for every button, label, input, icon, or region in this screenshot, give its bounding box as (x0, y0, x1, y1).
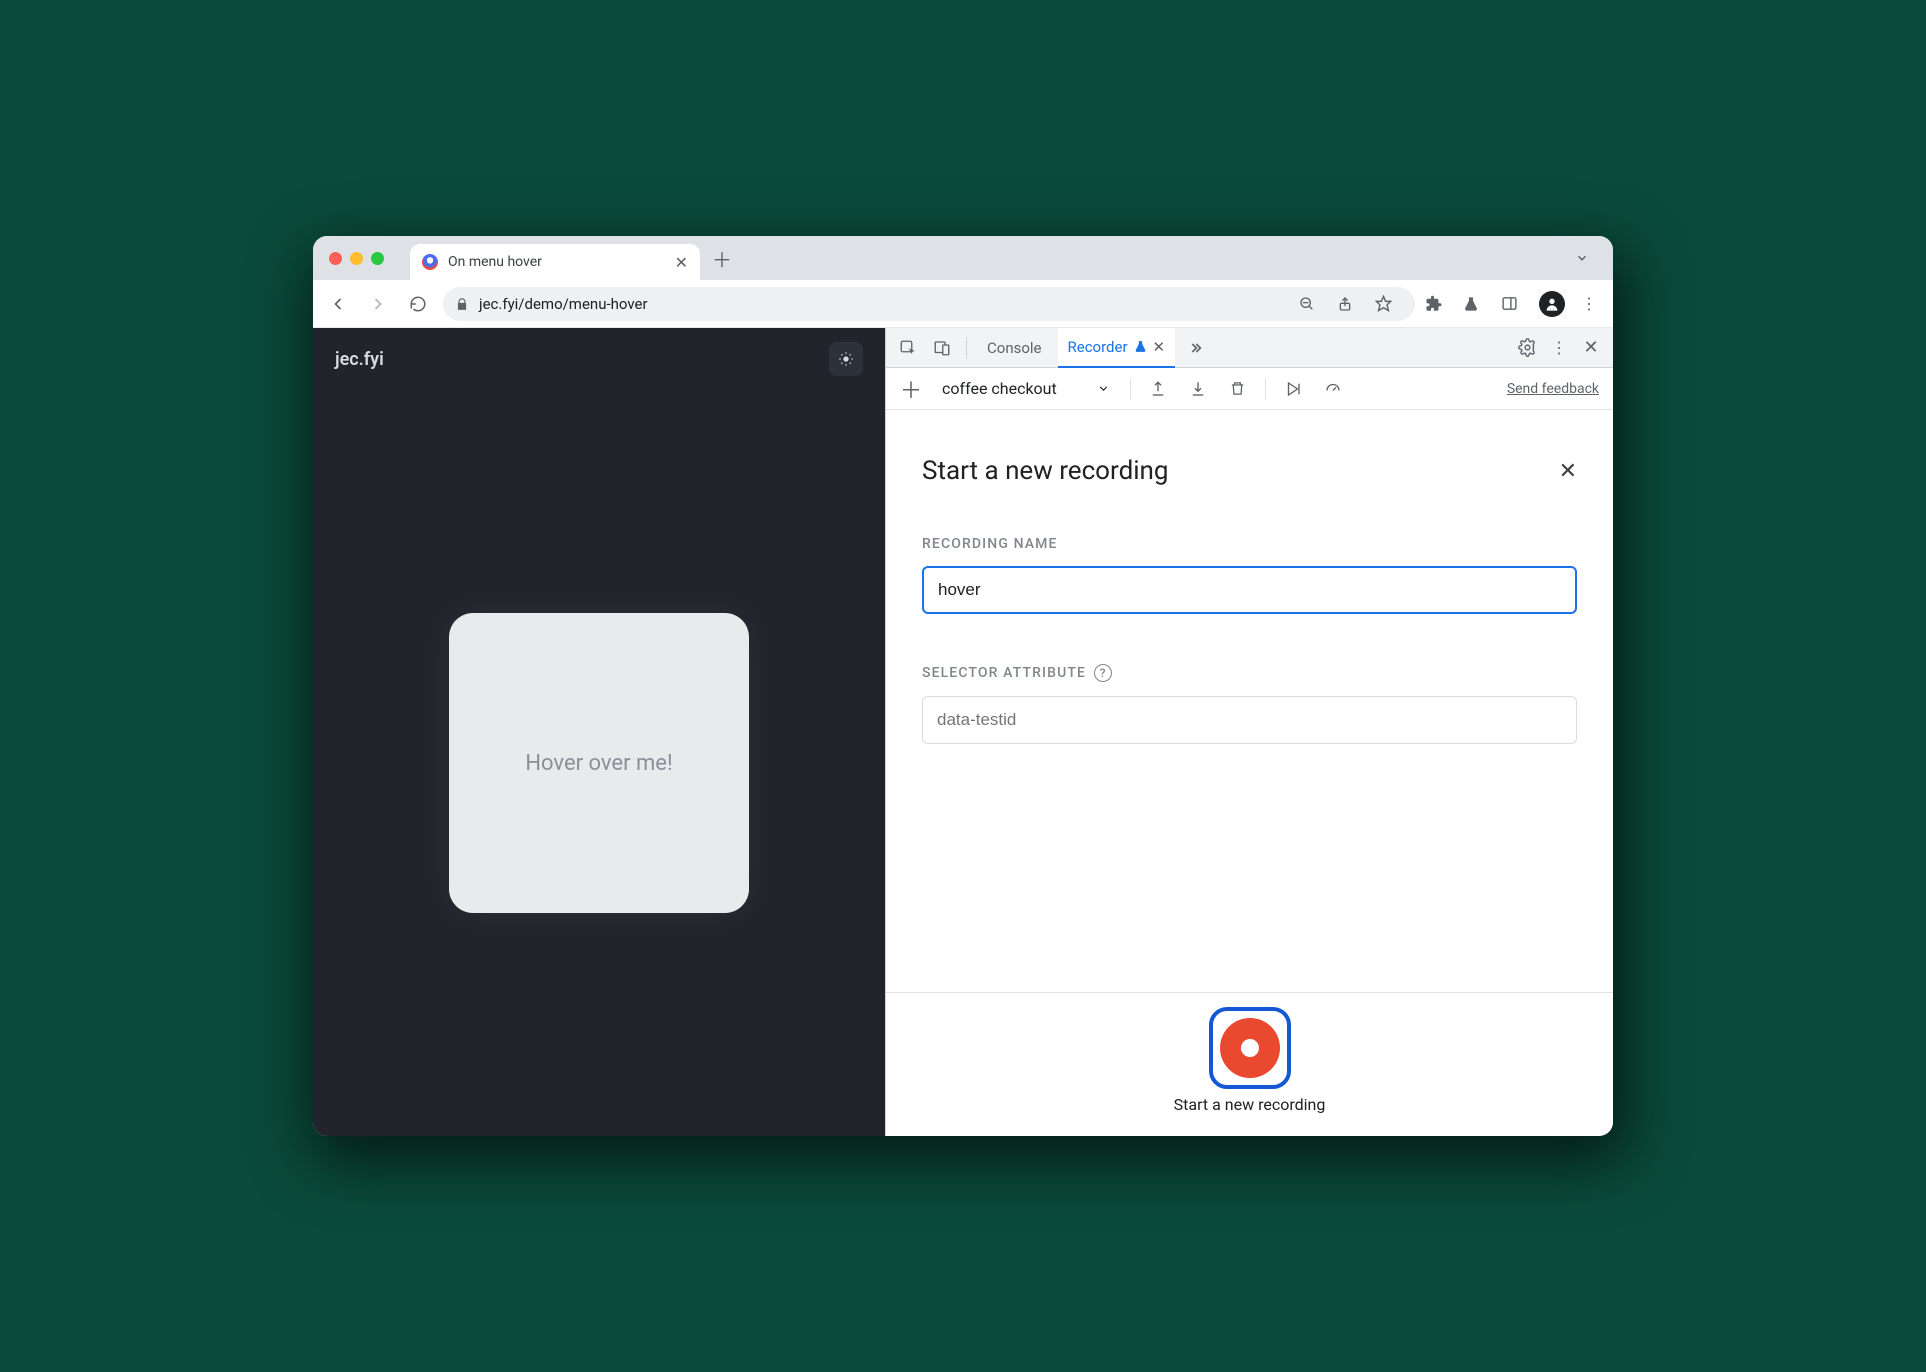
theme-toggle-button[interactable] (829, 342, 863, 376)
recording-name-input[interactable] (922, 566, 1577, 614)
reload-button[interactable] (403, 289, 433, 319)
tab-recorder-close-icon[interactable]: ✕ (1153, 338, 1166, 356)
help-icon[interactable]: ? (1094, 664, 1112, 682)
recording-name-label: RECORDING NAME (922, 536, 1577, 552)
content-area: jec.fyi Hover over me! (313, 328, 1613, 1136)
selector-attribute-label: SELECTOR ATTRIBUTE ? (922, 664, 1577, 682)
tab-recorder-label: Recorder (1068, 338, 1128, 356)
flask-icon (1134, 340, 1147, 353)
share-icon[interactable] (1337, 296, 1365, 312)
tab-title: On menu hover (448, 254, 542, 270)
chevron-down-icon (1097, 382, 1110, 395)
tab-close-icon[interactable]: ✕ (675, 253, 688, 272)
panel-close-icon[interactable]: ✕ (1559, 459, 1577, 484)
favicon-icon (422, 254, 438, 270)
recording-dropdown[interactable]: coffee checkout (936, 377, 1116, 400)
device-toolbar-icon[interactable] (928, 334, 956, 362)
demo-page: jec.fyi Hover over me! (313, 328, 885, 1136)
back-button[interactable] (323, 289, 353, 319)
site-title: jec.fyi (335, 349, 384, 370)
tab-console[interactable]: Console (977, 328, 1052, 368)
play-icon[interactable] (1280, 376, 1306, 402)
new-tab-button[interactable]: ＋ (708, 244, 736, 272)
import-icon[interactable] (1185, 376, 1211, 402)
lock-icon (455, 297, 469, 311)
devtools-menu-icon[interactable]: ⋮ (1545, 334, 1573, 362)
devtools-close-icon[interactable]: ✕ (1577, 334, 1605, 362)
titlebar: On menu hover ✕ ＋ (313, 236, 1613, 280)
profile-avatar[interactable] (1539, 291, 1565, 317)
browser-menu-icon[interactable]: ⋮ (1575, 294, 1603, 313)
start-recording-label: Start a new recording (1174, 1095, 1326, 1114)
tabs-overflow-icon[interactable] (1575, 251, 1603, 265)
new-recording-icon[interactable]: ＋ (900, 373, 922, 405)
export-icon[interactable] (1145, 376, 1171, 402)
browser-window: On menu hover ✕ ＋ je (313, 236, 1613, 1136)
labs-icon[interactable] (1463, 296, 1491, 312)
star-icon[interactable] (1375, 295, 1403, 312)
recorder-toolbar: ＋ coffee checkout (886, 368, 1613, 410)
tabs-more-icon[interactable] (1181, 334, 1209, 362)
selector-attribute-input[interactable] (922, 696, 1577, 744)
hover-card-text: Hover over me! (525, 751, 672, 776)
speed-icon[interactable] (1320, 376, 1346, 402)
browser-tab[interactable]: On menu hover ✕ (410, 244, 700, 280)
tab-recorder[interactable]: Recorder ✕ (1058, 328, 1176, 368)
panel-title: Start a new recording (922, 456, 1169, 486)
inspect-element-icon[interactable] (894, 334, 922, 362)
side-panel-icon[interactable] (1501, 295, 1529, 312)
recording-dropdown-label: coffee checkout (942, 379, 1057, 398)
settings-icon[interactable] (1513, 334, 1541, 362)
new-recording-panel: Start a new recording ✕ RECORDING NAME S… (886, 410, 1613, 764)
minimize-window-icon[interactable] (350, 252, 363, 265)
hover-card[interactable]: Hover over me! (449, 613, 749, 913)
start-recording-button[interactable] (1209, 1007, 1291, 1089)
tab-console-label: Console (987, 339, 1042, 357)
url-text: jec.fyi/demo/menu-hover (479, 295, 648, 313)
maximize-window-icon[interactable] (371, 252, 384, 265)
record-icon (1220, 1018, 1280, 1078)
zoom-out-icon[interactable] (1299, 296, 1327, 312)
url-toolbar: jec.fyi/demo/menu-hover (313, 280, 1613, 328)
devtools-panel: Console Recorder ✕ (885, 328, 1613, 1136)
panel-footer: Start a new recording (886, 992, 1613, 1136)
send-feedback-link[interactable]: Send feedback (1507, 381, 1599, 397)
close-window-icon[interactable] (329, 252, 342, 265)
forward-button[interactable] (363, 289, 393, 319)
devtools-tabstrip: Console Recorder ✕ (886, 328, 1613, 368)
delete-icon[interactable] (1225, 376, 1251, 402)
extensions-icon[interactable] (1425, 295, 1453, 313)
window-controls (329, 252, 384, 265)
address-bar[interactable]: jec.fyi/demo/menu-hover (443, 287, 1415, 321)
